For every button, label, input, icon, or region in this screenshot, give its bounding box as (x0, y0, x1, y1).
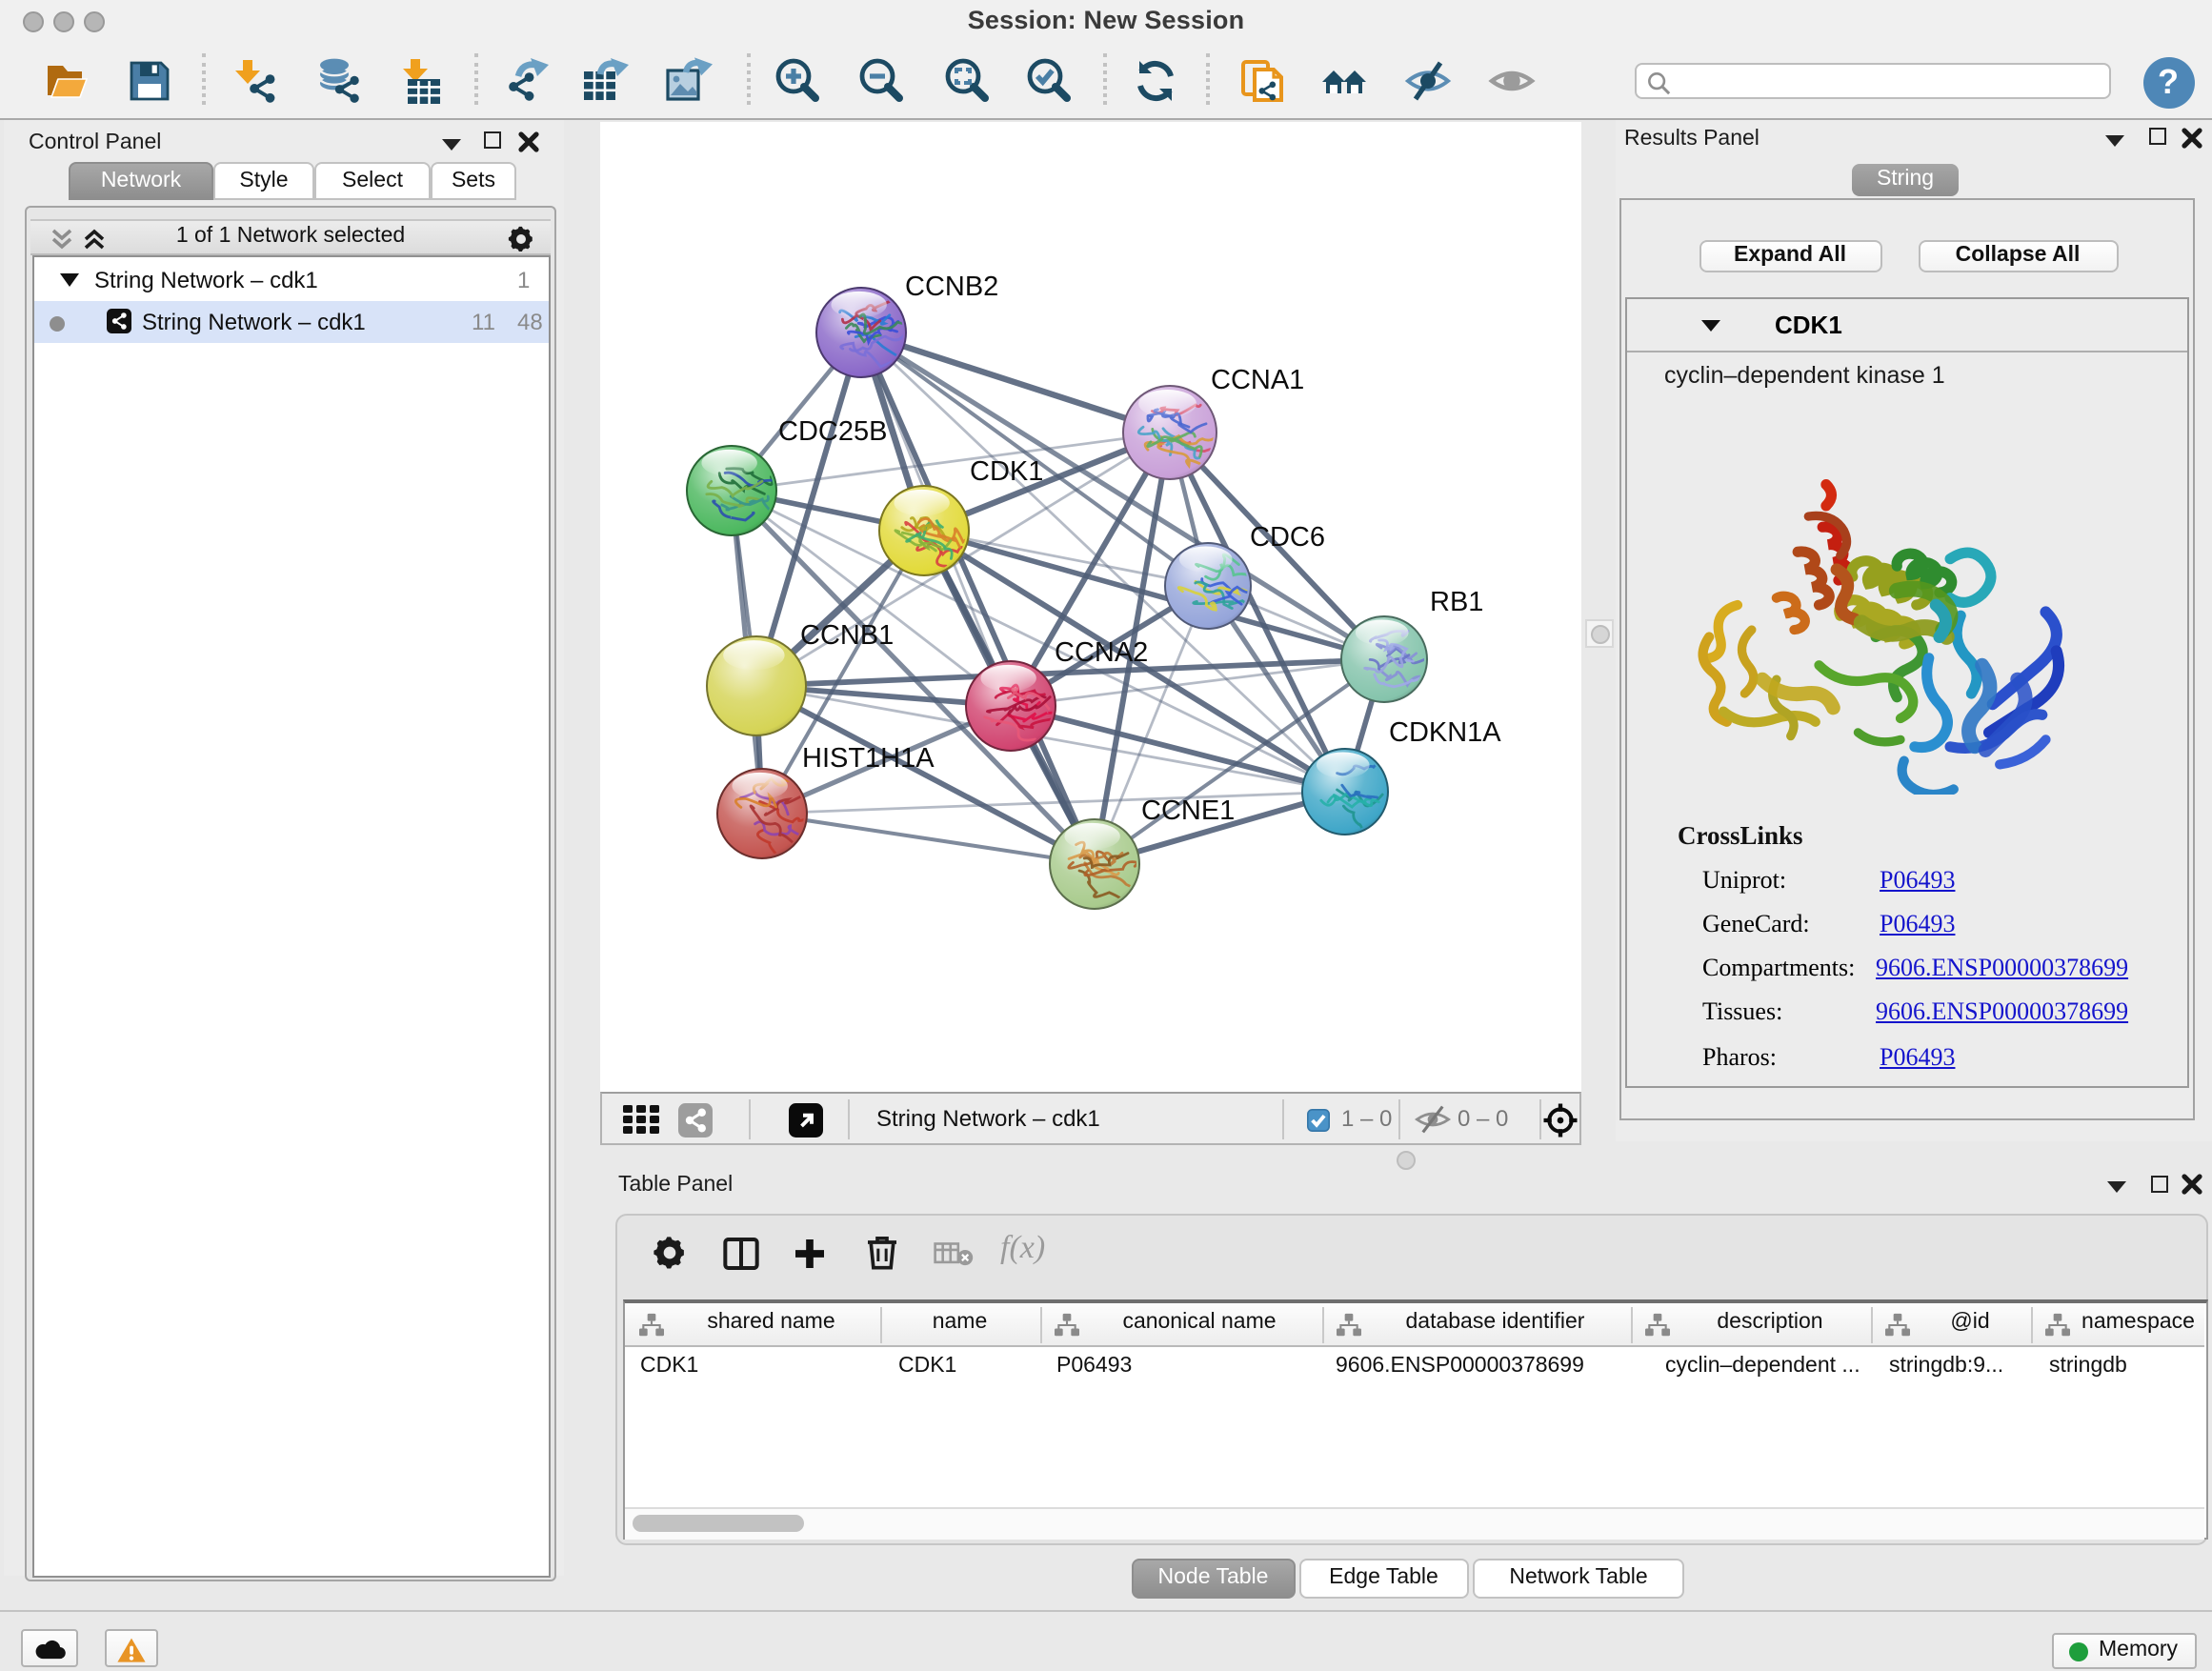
svg-text:CCNE1: CCNE1 (1141, 795, 1235, 825)
svg-text:RB1: RB1 (1430, 586, 1483, 616)
svg-text:CCNA1: CCNA1 (1211, 364, 1304, 394)
svg-text:CCNB1: CCNB1 (800, 619, 894, 650)
svg-text:CDK1: CDK1 (970, 455, 1043, 486)
svg-text:CCNB2: CCNB2 (905, 271, 998, 301)
svg-text:CDC6: CDC6 (1250, 521, 1325, 552)
svg-text:CDC25B: CDC25B (778, 415, 887, 446)
svg-text:CDKN1A: CDKN1A (1389, 716, 1501, 747)
svg-text:CCNA2: CCNA2 (1055, 636, 1148, 667)
svg-text:HIST1H1A: HIST1H1A (802, 742, 935, 773)
